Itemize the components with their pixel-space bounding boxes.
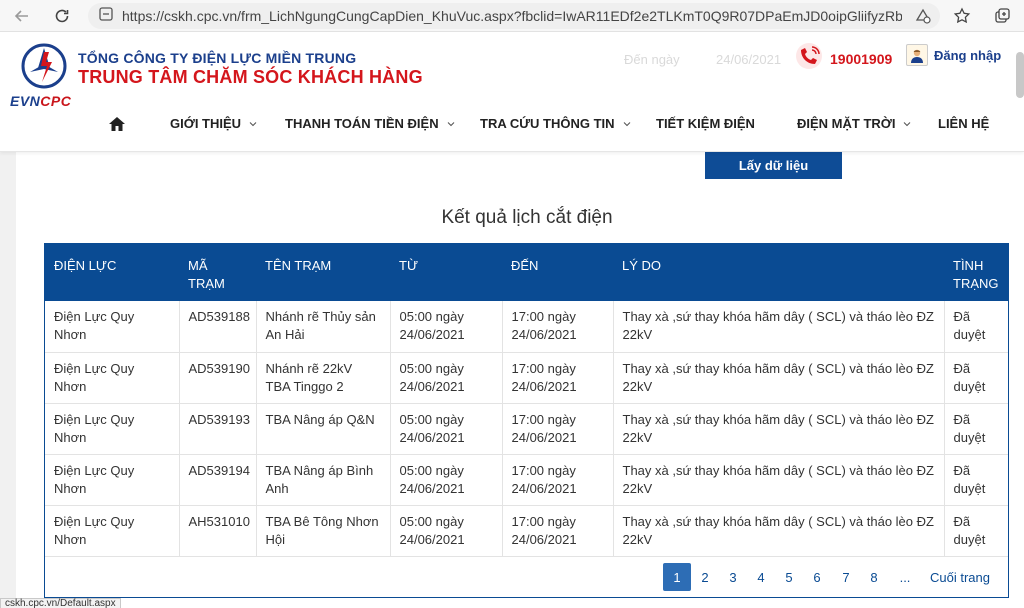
- evn-logo-icon[interactable]: [20, 42, 68, 90]
- favorites-star-icon[interactable]: [952, 6, 972, 26]
- page-2-link[interactable]: 2: [698, 563, 712, 591]
- info-icon[interactable]: [98, 6, 114, 27]
- login-link[interactable]: Đăng nhập: [906, 44, 1001, 66]
- nav-item-tra-cuu[interactable]: TRA CỨU THÔNG TIN: [480, 116, 631, 131]
- home-icon[interactable]: [108, 116, 126, 132]
- nav-item-gioi-thieu[interactable]: GIỚI THIỆU: [170, 116, 257, 131]
- url-text[interactable]: https://cskh.cpc.vn/frm_LichNgungCungCap…: [122, 8, 902, 24]
- scrollbar-thumb[interactable]: [1016, 52, 1024, 98]
- column-header: ĐIỆN LỰC: [45, 244, 179, 301]
- cell-ma-tram: AD539190: [179, 352, 257, 404]
- outage-schedule-table: ĐIỆN LỰC MÃ TRẠM TÊN TRẠM TỪ ĐẾN LÝ DO T…: [44, 243, 1009, 598]
- cell-dien-luc: Điện Lực Quy Nhơn: [45, 352, 180, 404]
- phone-icon: [794, 42, 824, 75]
- cell-tinh-trang: Đã duyệt: [944, 352, 1008, 404]
- cell-den: 17:00 ngày 24/06/2021: [502, 301, 614, 353]
- column-header: ĐẾN: [502, 244, 613, 301]
- column-header: LÝ DO: [613, 244, 944, 301]
- table-row: Điện Lực Quy Nhơn AD539188 Nhánh rẽ Thủy…: [45, 301, 1008, 353]
- nav-item-tiet-kiem[interactable]: TIẾT KIỆM ĐIỆN: [656, 116, 755, 131]
- chevron-down-icon: [904, 121, 911, 126]
- read-aloud-icon[interactable]: [914, 7, 932, 25]
- chevron-down-icon: [447, 121, 454, 126]
- hotline[interactable]: 19001909: [794, 42, 892, 75]
- browser-toolbar: https://cskh.cpc.vn/frm_LichNgungCungCap…: [0, 0, 1024, 32]
- cell-tinh-trang: Đã duyệt: [944, 403, 1008, 455]
- cell-ten-tram: Nhánh rẽ Thủy sản An Hải: [256, 301, 391, 353]
- column-header: MÃ TRẠM: [179, 244, 256, 301]
- table-header-row: ĐIỆN LỰC MÃ TRẠM TÊN TRẠM TỪ ĐẾN LÝ DO T…: [45, 244, 1008, 301]
- cell-ly-do: Thay xà ,sứ thay khóa hãm dây ( SCL) và …: [613, 505, 945, 557]
- refresh-icon[interactable]: [50, 4, 74, 28]
- cell-ma-tram: AH531010: [179, 505, 257, 557]
- collections-icon[interactable]: [992, 6, 1012, 26]
- evn-cpc-logo-text[interactable]: EVNCPC: [10, 93, 71, 109]
- page-6-link[interactable]: 6: [810, 563, 824, 591]
- status-bar-url: cskh.cpc.vn/Default.aspx: [0, 598, 121, 608]
- chevron-down-icon: [623, 121, 630, 126]
- table-row: Điện Lực Quy Nhơn AD539190 Nhánh rẽ 22kV…: [45, 352, 1008, 404]
- center-name: TRUNG TÂM CHĂM SÓC KHÁCH HÀNG: [78, 67, 423, 87]
- column-header: TỪ: [390, 244, 502, 301]
- hotline-number[interactable]: 19001909: [830, 51, 892, 67]
- cell-tinh-trang: Đã duyệt: [944, 301, 1008, 353]
- cell-ly-do: Thay xà ,sứ thay khóa hãm dây ( SCL) và …: [613, 403, 945, 455]
- cell-ten-tram: Nhánh rẽ 22kV TBA Tinggo 2: [256, 352, 391, 404]
- user-avatar-icon: [906, 44, 928, 66]
- nav-item-lien-he[interactable]: LIÊN HỆ: [938, 116, 989, 131]
- site-header: EVNCPC TỔNG CÔNG TY ĐIỆN LỰC MIỀN TRUNG …: [0, 32, 1024, 152]
- page-ellipsis: ...: [899, 569, 911, 585]
- cell-ma-tram: AD539188: [179, 301, 257, 353]
- back-arrow-icon[interactable]: [10, 4, 34, 28]
- chevron-down-icon: [249, 121, 257, 126]
- fetch-data-button[interactable]: Lấy dữ liệu: [705, 152, 842, 179]
- cell-tu: 05:00 ngày 24/06/2021: [390, 352, 503, 404]
- cell-ma-tram: AD539193: [179, 403, 257, 455]
- cell-dien-luc: Điện Lực Quy Nhơn: [45, 301, 180, 353]
- cell-dien-luc: Điện Lực Quy Nhơn: [45, 505, 180, 557]
- cell-tu: 05:00 ngày 24/06/2021: [390, 301, 503, 353]
- page-1-button[interactable]: 1: [663, 563, 691, 591]
- cell-ly-do: Thay xà ,sứ thay khóa hãm dây ( SCL) và …: [613, 301, 945, 353]
- org-name: TỔNG CÔNG TY ĐIỆN LỰC MIỀN TRUNG: [78, 50, 357, 66]
- cell-tinh-trang: Đã duyệt: [944, 454, 1008, 506]
- address-bar[interactable]: https://cskh.cpc.vn/frm_LichNgungCungCap…: [88, 3, 940, 29]
- last-page-link[interactable]: Cuối trang: [928, 563, 992, 591]
- ghost-date-value: 24/06/2021: [716, 52, 782, 67]
- cell-tu: 05:00 ngày 24/06/2021: [390, 403, 503, 455]
- page-8-link[interactable]: 8: [867, 563, 881, 591]
- table-row: Điện Lực Quy Nhơn AD539193 TBA Nâng áp Q…: [45, 403, 1008, 455]
- cell-den: 17:00 ngày 24/06/2021: [502, 505, 614, 557]
- cell-ly-do: Thay xà ,sứ thay khóa hãm dây ( SCL) và …: [613, 454, 945, 506]
- cell-ten-tram: TBA Bê Tông Nhơn Hội: [256, 505, 391, 557]
- nav-item-thanh-toan[interactable]: THANH TOÁN TIỀN ĐIỆN: [285, 116, 455, 131]
- main-navigation: GIỚI THIỆU THANH TOÁN TIỀN ĐIỆN TRA CỨU …: [0, 110, 1024, 142]
- cell-den: 17:00 ngày 24/06/2021: [502, 403, 614, 455]
- nav-item-dien-mat-troi[interactable]: ĐIỆN MẶT TRỜI: [797, 116, 911, 131]
- table-row: Điện Lực Quy Nhơn AH531010 TBA Bê Tông N…: [45, 505, 1008, 557]
- cell-dien-luc: Điện Lực Quy Nhơn: [45, 454, 180, 506]
- table-row: Điện Lực Quy Nhơn AD539194 TBA Nâng áp B…: [45, 454, 1008, 506]
- page-3-link[interactable]: 3: [726, 563, 740, 591]
- page-5-link[interactable]: 5: [782, 563, 796, 591]
- cell-tinh-trang: Đã duyệt: [944, 505, 1008, 557]
- cell-ly-do: Thay xà ,sứ thay khóa hãm dây ( SCL) và …: [613, 352, 945, 404]
- page-7-link[interactable]: 7: [839, 563, 853, 591]
- result-title: Kết quả lịch cắt điện: [441, 207, 613, 228]
- cell-dien-luc: Điện Lực Quy Nhơn: [45, 403, 180, 455]
- ghost-date-label: Đến ngày: [624, 52, 680, 67]
- cell-ten-tram: TBA Nâng áp Q&N: [256, 403, 391, 455]
- page-4-link[interactable]: 4: [754, 563, 768, 591]
- login-label[interactable]: Đăng nhập: [934, 48, 1001, 63]
- cell-ten-tram: TBA Nâng áp Bình Anh: [256, 454, 391, 506]
- cell-den: 17:00 ngày 24/06/2021: [502, 352, 614, 404]
- pagination: 1 2 3 4 5 6 7 8 ... Cuối trang: [45, 562, 1008, 592]
- column-header: TÊN TRẠM: [256, 244, 390, 301]
- cell-den: 17:00 ngày 24/06/2021: [502, 454, 614, 506]
- cell-tu: 05:00 ngày 24/06/2021: [390, 505, 503, 557]
- cell-tu: 05:00 ngày 24/06/2021: [390, 454, 503, 506]
- column-header: TÌNH TRẠNG: [944, 244, 1008, 301]
- cell-ma-tram: AD539194: [179, 454, 257, 506]
